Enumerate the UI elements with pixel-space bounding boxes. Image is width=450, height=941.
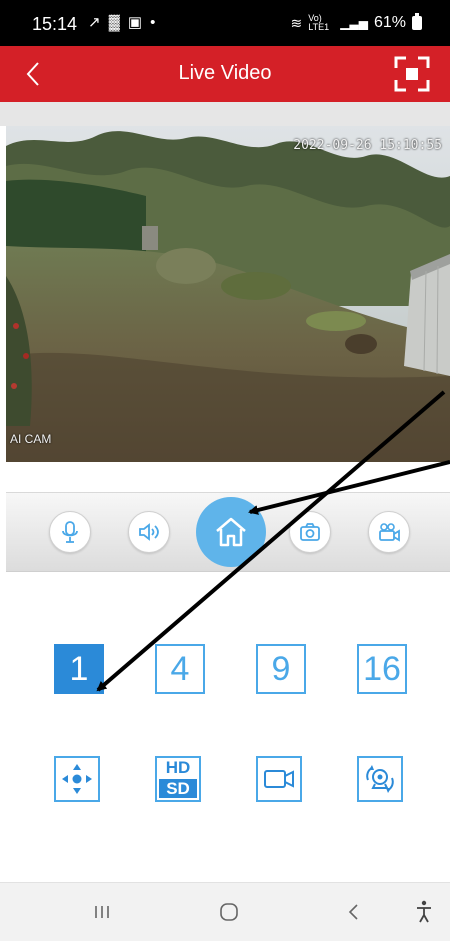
status-time: 15:14 bbox=[32, 14, 78, 34]
camera-scene bbox=[6, 126, 450, 462]
control-bar bbox=[6, 492, 450, 572]
video-camera-icon bbox=[264, 770, 294, 788]
grid-4-button[interactable]: 4 bbox=[155, 644, 205, 694]
grid-9-button[interactable]: 9 bbox=[256, 644, 306, 694]
status-bar: 15:14 ↗ ▓ ▣ • ≋ Vo) LTE1 ▁▃▅ 61% bbox=[0, 0, 450, 46]
grid-16-button[interactable]: 16 bbox=[357, 644, 407, 694]
camera-settings-button[interactable] bbox=[357, 756, 403, 802]
signal-text: Vo) LTE1 bbox=[308, 13, 330, 32]
video-timestamp: 2022-09-26 15:10:55 bbox=[293, 138, 442, 153]
video-record-icon bbox=[379, 523, 400, 542]
speaker-button[interactable] bbox=[128, 511, 170, 553]
camera-name-label: AI CAM bbox=[10, 432, 52, 446]
ptz-button[interactable] bbox=[54, 756, 100, 802]
live-video-view[interactable]: 2022-09-26 15:10:55 AI CAM bbox=[6, 126, 450, 462]
fullscreen-icon[interactable] bbox=[394, 56, 430, 92]
sd-label: SD bbox=[159, 779, 197, 798]
microphone-icon bbox=[62, 521, 78, 543]
back-nav-icon[interactable] bbox=[346, 895, 362, 929]
wifi-icon: ≋ bbox=[290, 14, 303, 31]
rotate-camera-icon bbox=[366, 765, 394, 793]
signal-bars-icon: ▁▃▅ bbox=[340, 16, 368, 30]
battery-percent: 61% bbox=[373, 14, 406, 31]
video-spacer bbox=[0, 462, 450, 492]
home-nav-icon[interactable] bbox=[218, 895, 240, 929]
system-nav-bar bbox=[0, 882, 450, 941]
home-button[interactable] bbox=[196, 497, 266, 567]
microphone-button[interactable] bbox=[49, 511, 91, 553]
accessibility-icon[interactable] bbox=[414, 895, 434, 929]
status-right: ≋ Vo) LTE1 ▁▃▅ 61% bbox=[290, 13, 422, 32]
snapshot-button[interactable] bbox=[289, 511, 331, 553]
recent-apps-icon[interactable] bbox=[92, 895, 112, 929]
record-video-button[interactable] bbox=[256, 756, 302, 802]
speaker-icon bbox=[139, 523, 159, 541]
header-spacer bbox=[0, 102, 450, 126]
grid-1-button[interactable]: 1 bbox=[54, 644, 104, 694]
hd-sd-toggle[interactable]: HD SD bbox=[155, 756, 201, 802]
battery-icon bbox=[412, 13, 422, 30]
app-header: Live Video bbox=[0, 46, 450, 102]
hd-label: HD bbox=[165, 758, 191, 777]
notification-icons: ↗ ▓ ▣ • bbox=[88, 14, 158, 31]
record-button[interactable] bbox=[368, 511, 410, 553]
ptz-direction-icon bbox=[62, 764, 92, 794]
home-icon bbox=[216, 517, 246, 547]
camera-icon bbox=[300, 523, 320, 541]
page-title: Live Video bbox=[178, 62, 272, 84]
